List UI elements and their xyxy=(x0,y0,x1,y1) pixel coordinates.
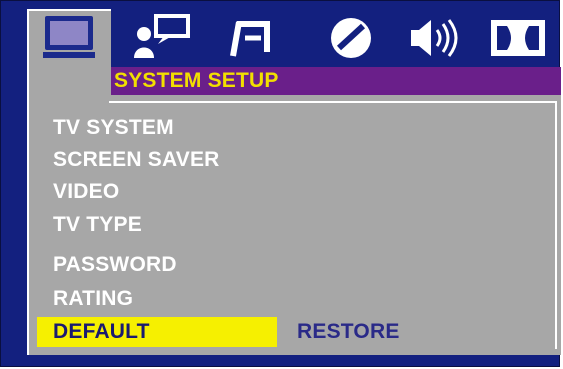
menu-item-screen-saver[interactable]: SCREEN SAVER xyxy=(53,145,220,175)
menu-item-default[interactable]: DEFAULT xyxy=(53,317,150,347)
menu-item-password[interactable]: PASSWORD xyxy=(53,250,177,280)
monitor-icon xyxy=(37,11,101,65)
osd-screen: SYSTEM SETUP TV SYSTEM SCREEN SAVER VIDE… xyxy=(0,0,561,367)
disc-icon[interactable] xyxy=(321,11,381,65)
restore-option[interactable]: RESTORE xyxy=(297,317,400,347)
person-speech-icon[interactable] xyxy=(127,11,201,65)
dolby-icon[interactable] xyxy=(483,11,553,65)
menu-item-video[interactable]: VIDEO xyxy=(53,177,119,207)
menu-item-tv-type[interactable]: TV TYPE xyxy=(53,210,142,240)
menu-item-rating[interactable]: RATING xyxy=(53,284,133,314)
menu-item-tv-system[interactable]: TV SYSTEM xyxy=(53,113,174,143)
speaker-icon[interactable] xyxy=(403,11,467,65)
menu-title: SYSTEM SETUP xyxy=(114,69,279,92)
music-note-icon[interactable] xyxy=(223,11,283,65)
